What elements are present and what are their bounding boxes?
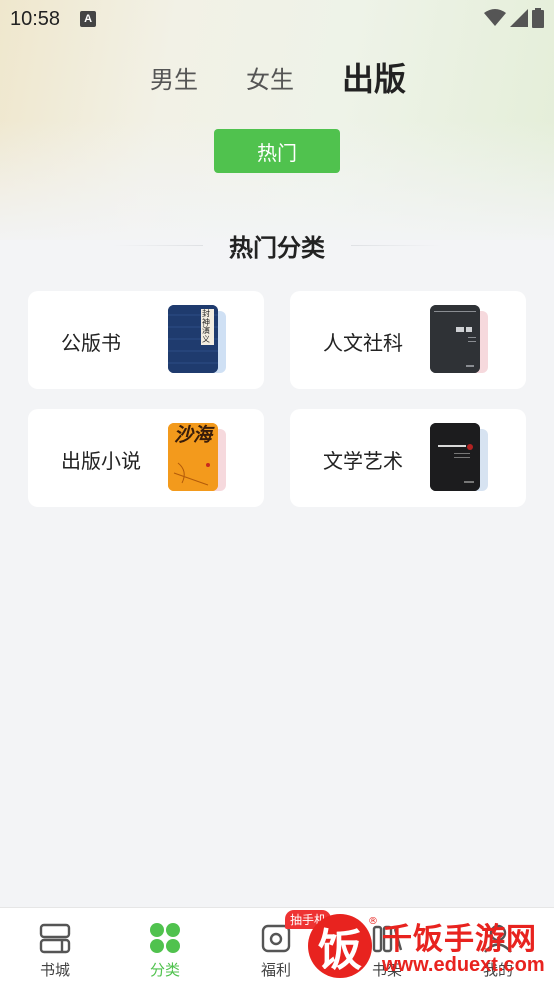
tab-female[interactable]: 女生 xyxy=(246,60,294,95)
tab-publish[interactable]: 出版 xyxy=(342,54,406,100)
category-cover xyxy=(430,305,492,375)
book-cover: 沙海 xyxy=(168,423,218,491)
section-header: 热门分类 xyxy=(0,225,554,265)
book-cover xyxy=(430,305,480,373)
battery-icon xyxy=(532,8,544,28)
nav-label: 书架 xyxy=(371,961,402,979)
bottom-navigation: 书城 分类 福利 书架 我的 xyxy=(0,907,554,984)
category-label: 文学艺术 xyxy=(323,449,403,473)
section-title: 热门分类 xyxy=(229,233,325,262)
category-label: 出版小说 xyxy=(61,449,141,473)
category-card-humanities[interactable]: 人文社科 xyxy=(290,291,526,389)
status-icons xyxy=(484,8,544,28)
signal-icon xyxy=(510,9,528,27)
category-icon xyxy=(150,923,180,953)
category-cover: 沙海 xyxy=(168,423,230,493)
welfare-badge: 抽手机 xyxy=(285,910,332,929)
category-label: 人文社科 xyxy=(323,331,403,355)
category-cover: 封神演义 xyxy=(168,305,230,375)
hot-filter-button[interactable]: 热门 xyxy=(214,129,340,173)
category-label: 公版书 xyxy=(61,331,121,355)
nav-bookshelf[interactable]: 书架 xyxy=(332,908,442,984)
nav-label: 福利 xyxy=(260,961,291,979)
category-cover xyxy=(430,423,492,493)
cover-art xyxy=(430,305,480,373)
notification-icon: A xyxy=(80,11,97,27)
nav-label: 分类 xyxy=(149,961,180,979)
cover-art xyxy=(430,423,480,491)
category-card-literature-art[interactable]: 文学艺术 xyxy=(290,409,526,507)
cover-title: 封神演义 xyxy=(202,309,210,344)
book-cover xyxy=(430,423,480,491)
wifi-icon xyxy=(484,9,506,26)
section-divider-left xyxy=(113,244,203,246)
book-cover: 封神演义 xyxy=(168,305,218,373)
nav-label: 我的 xyxy=(482,961,513,979)
channel-tabs: 男生 女生 出版 xyxy=(0,50,554,100)
category-card-published-novel[interactable]: 出版小说 沙海 xyxy=(28,409,264,507)
nav-profile[interactable]: 我的 xyxy=(443,908,553,984)
section-divider-right xyxy=(351,244,441,246)
profile-icon xyxy=(484,924,512,953)
category-card-public-domain[interactable]: 公版书 封神演义 xyxy=(28,291,264,389)
bookstore-icon xyxy=(39,923,71,954)
status-time: 10:58 xyxy=(10,7,61,30)
cover-title: 沙海 xyxy=(174,424,213,446)
status-bar: 10:58 A xyxy=(0,0,554,38)
nav-label: 书城 xyxy=(39,961,70,979)
nav-category[interactable]: 分类 xyxy=(110,908,220,984)
nav-bookstore[interactable]: 书城 xyxy=(0,908,110,984)
bookshelf-icon xyxy=(372,925,403,953)
tab-male[interactable]: 男生 xyxy=(150,60,198,95)
